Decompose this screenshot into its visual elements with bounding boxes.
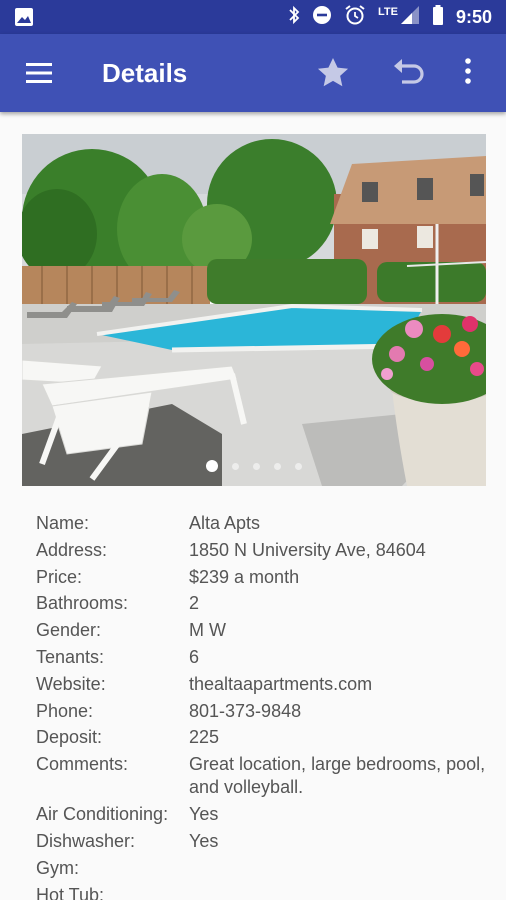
- detail-row-hot-tub: Hot Tub:: [36, 882, 486, 900]
- detail-value: 6: [189, 646, 200, 667]
- detail-label: Tenants:: [36, 646, 105, 667]
- status-bar: LTE 9:50: [0, 0, 506, 34]
- detail-row-website: Website: thealtaapartments.com: [36, 671, 486, 698]
- detail-label: Dishwasher:: [36, 830, 136, 851]
- page-title: Details: [102, 58, 188, 88]
- image-icon: [14, 7, 34, 32]
- more-vert-icon: [465, 58, 471, 84]
- detail-row-gym: Gym:: [36, 855, 486, 882]
- menu-button[interactable]: [24, 60, 54, 86]
- detail-label: Hot Tub:: [36, 884, 105, 900]
- detail-label: Price:: [36, 566, 83, 587]
- detail-row-bathrooms: Bathrooms: 2: [36, 590, 486, 617]
- favorite-button[interactable]: [314, 54, 352, 97]
- more-options-button[interactable]: [464, 56, 472, 91]
- detail-label: Name:: [36, 513, 90, 533]
- detail-label: Deposit:: [36, 727, 103, 748]
- detail-label: Bathrooms:: [36, 593, 129, 614]
- signal-icon: [400, 5, 420, 30]
- page-dot[interactable]: [253, 462, 260, 470]
- detail-value: Yes: [189, 804, 219, 825]
- detail-label: Phone:: [36, 700, 94, 721]
- page-dot[interactable]: [274, 462, 281, 470]
- detail-label: Air Conditioning:: [36, 804, 169, 825]
- detail-label: Gender:: [36, 620, 102, 641]
- detail-value: Yes: [189, 830, 219, 851]
- detail-value: 225: [189, 727, 220, 748]
- alarm-icon: [344, 4, 366, 31]
- apartment-photo[interactable]: [22, 134, 486, 486]
- detail-row-price: Price: $239 a month: [36, 564, 486, 591]
- detail-value: [189, 882, 486, 900]
- phone-link[interactable]: 801-373-9848: [189, 698, 486, 725]
- page-dot[interactable]: [206, 460, 218, 472]
- battery-icon: [432, 4, 444, 31]
- menu-icon: [26, 63, 52, 83]
- page-dot[interactable]: [232, 462, 239, 470]
- detail-label: Gym:: [36, 857, 79, 878]
- detail-row-phone: Phone: 801-373-9848: [36, 698, 486, 725]
- details-list: Name: Alta Apts Address: 1850 N Universi…: [36, 510, 486, 900]
- detail-label: Comments:: [36, 754, 129, 775]
- star-icon: [317, 57, 349, 87]
- detail-row-air-conditioning: Air Conditioning: Yes: [36, 801, 486, 828]
- detail-value: [189, 855, 486, 882]
- detail-value: M W: [189, 620, 226, 641]
- detail-value: 1850 N University Ave, 84604: [189, 539, 426, 560]
- detail-value: $239 a month: [189, 566, 300, 587]
- undo-icon: [394, 59, 424, 84]
- detail-value: 2: [189, 593, 200, 614]
- status-time: 9:50: [455, 6, 492, 27]
- detail-value: Great location, large bedrooms, pool, an…: [189, 754, 486, 798]
- app-bar: Details: [0, 34, 506, 112]
- detail-row-address: Address: 1850 N University Ave, 84604: [36, 537, 486, 564]
- detail-label: Address:: [36, 539, 108, 560]
- undo-button[interactable]: [392, 56, 428, 95]
- detail-row-tenants: Tenants: 6: [36, 644, 486, 671]
- detail-row-gender: Gender: M W: [36, 617, 486, 644]
- detail-row-deposit: Deposit: 225: [36, 724, 486, 751]
- detail-row-name: Name: Alta Apts: [36, 510, 486, 537]
- do-not-disturb-icon: [312, 5, 332, 30]
- page-dot[interactable]: [295, 462, 302, 470]
- website-link[interactable]: thealtaapartments.com: [189, 671, 486, 698]
- network-type: LTE: [378, 6, 398, 18]
- gallery-page-indicator: [22, 460, 486, 472]
- pool-photo-image: [22, 134, 486, 486]
- detail-row-dishwasher: Dishwasher: Yes: [36, 828, 486, 855]
- detail-value: Alta Apts: [189, 513, 261, 533]
- detail-row-comments: Comments: Great location, large bedrooms…: [36, 751, 486, 801]
- detail-label: Website:: [36, 673, 106, 694]
- bluetooth-icon: [288, 5, 300, 30]
